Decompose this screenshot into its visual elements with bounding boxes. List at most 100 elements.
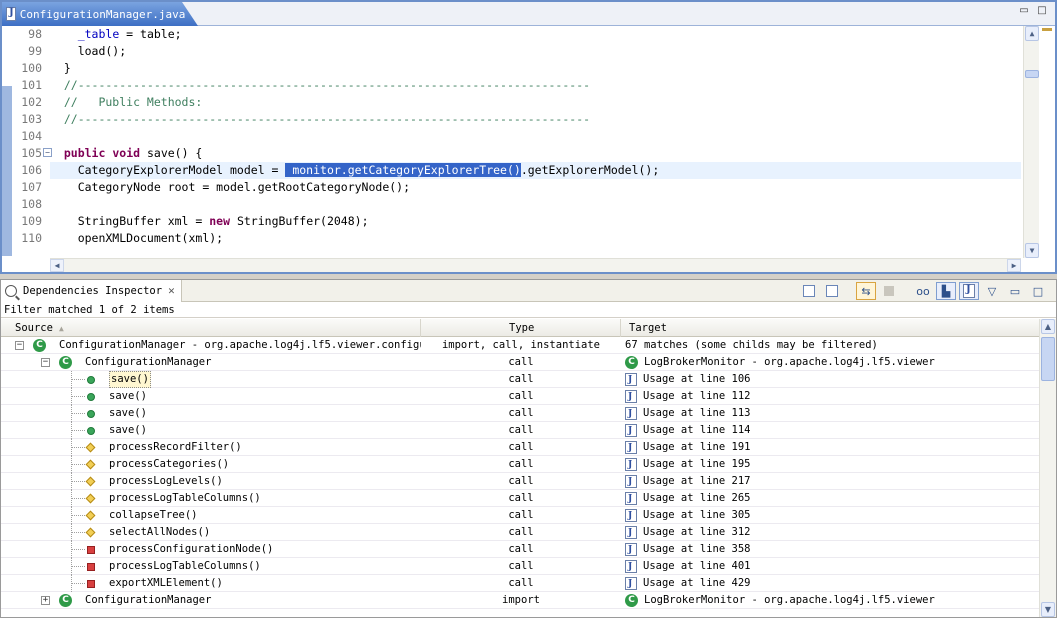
- scroll-down-icon[interactable]: ▼: [1041, 602, 1055, 617]
- code-line[interactable]: }: [50, 60, 1021, 77]
- code-line[interactable]: openXMLDocument(xml);: [50, 230, 1021, 247]
- target-cell[interactable]: Usage at line 265: [621, 490, 1039, 507]
- source-cell[interactable]: processConfigurationNode(): [1, 541, 421, 558]
- code-line[interactable]: public void save() {: [50, 145, 1021, 162]
- source-cell[interactable]: selectAllNodes(): [1, 524, 421, 541]
- stop-icon[interactable]: [879, 282, 899, 300]
- tree-row[interactable]: processRecordFilter() call Usage at line 1…: [1, 439, 1039, 456]
- target-cell[interactable]: C LogBrokerMonitor - org.apache.log4j.lf5…: [621, 354, 1039, 371]
- view-tab-dependencies-inspector[interactable]: Dependencies Inspector ✕: [1, 279, 182, 302]
- column-header-type[interactable]: Type: [421, 319, 621, 337]
- tree-row[interactable]: save() call Usage at line 113: [1, 405, 1039, 422]
- tree-row[interactable]: processConfigurationNode() call Usage at l…: [1, 541, 1039, 558]
- expand-all-icon[interactable]: [799, 282, 819, 300]
- dependency-tree[interactable]: − C ConfigurationManager - org.apache.log4…: [1, 337, 1039, 617]
- tree-row[interactable]: save() call Usage at line 106: [1, 371, 1039, 388]
- target-cell[interactable]: Usage at line 114: [621, 422, 1039, 439]
- tree-row[interactable]: − C ConfigurationManager call C LogBrokerMoni…: [1, 354, 1039, 371]
- source-cell[interactable]: processLogTableColumns(): [1, 490, 421, 507]
- minimize-icon[interactable]: ▭: [1017, 5, 1031, 18]
- tree-row[interactable]: + C ConfigurationManager import C LogBrokerMo…: [1, 592, 1039, 609]
- target-cell[interactable]: Usage at line 217: [621, 473, 1039, 490]
- code-lines[interactable]: _table = table; load(); } //------------…: [50, 26, 1021, 258]
- target-cell[interactable]: Usage at line 195: [621, 456, 1039, 473]
- maximize-icon[interactable]: □: [1035, 5, 1049, 18]
- expand-icon[interactable]: +: [41, 596, 50, 605]
- scroll-right-icon[interactable]: ▶: [1007, 259, 1021, 272]
- hierarchy-icon[interactable]: ▙: [936, 282, 956, 300]
- scroll-down-icon[interactable]: ▼: [1025, 243, 1039, 258]
- target-cell[interactable]: Usage at line 113: [621, 405, 1039, 422]
- target-cell[interactable]: 67 matches (some childs may be filtered): [621, 337, 1039, 354]
- column-header-target[interactable]: Target: [621, 319, 1041, 337]
- editor-horizontal-scrollbar[interactable]: ◀ ▶: [50, 258, 1021, 272]
- minimize-icon[interactable]: ▭: [1005, 282, 1025, 300]
- scroll-thumb[interactable]: [1025, 70, 1039, 78]
- close-icon[interactable]: ✕: [168, 284, 175, 297]
- scroll-up-icon[interactable]: ▲: [1025, 26, 1039, 41]
- code-line[interactable]: load();: [50, 43, 1021, 60]
- target-cell[interactable]: Usage at line 401: [621, 558, 1039, 575]
- source-cell[interactable]: save(): [1, 371, 421, 388]
- tree-vertical-scrollbar[interactable]: ▲ ▼: [1039, 319, 1056, 617]
- tree-row[interactable]: processCategories() call Usage at line 195: [1, 456, 1039, 473]
- view-menu-icon[interactable]: ▽: [982, 282, 1002, 300]
- collapse-all-icon[interactable]: [822, 282, 842, 300]
- code-line[interactable]: [50, 128, 1021, 145]
- code-line[interactable]: StringBuffer xml = new StringBuffer(2048…: [50, 213, 1021, 230]
- code-line[interactable]: //--------------------------------------…: [50, 77, 1021, 94]
- collapse-icon[interactable]: −: [41, 358, 50, 367]
- scroll-up-icon[interactable]: ▲: [1041, 319, 1055, 334]
- code-area[interactable]: 98 99 100 101 102 103 104 105−106 107 108 109 110 _…: [2, 26, 1055, 272]
- close-icon[interactable]: ✕: [191, 8, 198, 21]
- tree-row[interactable]: − C ConfigurationManager - org.apache.log4…: [1, 337, 1039, 354]
- target-cell[interactable]: Usage at line 429: [621, 575, 1039, 592]
- scroll-left-icon[interactable]: ◀: [50, 259, 64, 272]
- source-cell[interactable]: exportXMLElement(): [1, 575, 421, 592]
- target-cell[interactable]: Usage at line 312: [621, 524, 1039, 541]
- source-cell[interactable]: processLogLevels(): [1, 473, 421, 490]
- code-line[interactable]: // Public Methods:: [50, 94, 1021, 111]
- tree-row[interactable]: save() call Usage at line 114: [1, 422, 1039, 439]
- source-cell[interactable]: − C ConfigurationManager - org.apache.log4…: [1, 337, 421, 354]
- scroll-thumb[interactable]: [1041, 337, 1055, 381]
- overview-mark[interactable]: [1042, 28, 1052, 31]
- maximize-icon[interactable]: □: [1028, 282, 1048, 300]
- source-cell[interactable]: + C ConfigurationManager: [1, 592, 421, 609]
- editor-vertical-scrollbar[interactable]: ▲ ▼: [1023, 26, 1039, 258]
- tree-row[interactable]: processLogTableColumns() call Usage at lin…: [1, 490, 1039, 507]
- code-line[interactable]: //--------------------------------------…: [50, 111, 1021, 128]
- tree-row[interactable]: processLogLevels() call Usage at line 217: [1, 473, 1039, 490]
- tree-row[interactable]: save() call Usage at line 112: [1, 388, 1039, 405]
- source-cell[interactable]: processCategories(): [1, 456, 421, 473]
- target-cell[interactable]: Usage at line 358: [621, 541, 1039, 558]
- column-header-source[interactable]: Source ▲: [1, 319, 421, 337]
- source-cell[interactable]: processRecordFilter(): [1, 439, 421, 456]
- source-cell[interactable]: save(): [1, 405, 421, 422]
- code-line[interactable]: _table = table;: [50, 26, 1021, 43]
- source-cell[interactable]: save(): [1, 388, 421, 405]
- target-cell[interactable]: Usage at line 112: [621, 388, 1039, 405]
- editor-tab-configurationmanager[interactable]: ConfigurationManager.java ✕: [2, 2, 198, 26]
- tree-row[interactable]: selectAllNodes() call Usage at line 312: [1, 524, 1039, 541]
- code-line[interactable]: CategoryExplorerModel model = monitor.ge…: [50, 162, 1021, 179]
- target-cell[interactable]: Usage at line 305: [621, 507, 1039, 524]
- link-with-editor-icon[interactable]: ⇆: [856, 282, 876, 300]
- tree-row[interactable]: exportXMLElement() call Usage at line 429: [1, 575, 1039, 592]
- target-cell[interactable]: Usage at line 106: [621, 371, 1039, 388]
- source-cell[interactable]: collapseTree(): [1, 507, 421, 524]
- source-cell[interactable]: − C ConfigurationManager: [1, 354, 421, 371]
- line-number: 106: [21, 163, 42, 177]
- glasses-icon[interactable]: oo: [913, 282, 933, 300]
- overview-ruler[interactable]: [1039, 26, 1055, 258]
- code-line[interactable]: CategoryNode root = model.getRootCategor…: [50, 179, 1021, 196]
- target-cell[interactable]: C LogBrokerMonitor - org.apache.log4j.lf5…: [621, 592, 1039, 609]
- collapse-icon[interactable]: −: [15, 341, 24, 350]
- source-cell[interactable]: save(): [1, 422, 421, 439]
- target-cell[interactable]: Usage at line 191: [621, 439, 1039, 456]
- tree-row[interactable]: collapseTree() call Usage at line 305: [1, 507, 1039, 524]
- tree-row[interactable]: processLogTableColumns() call Usage at lin…: [1, 558, 1039, 575]
- source-cell[interactable]: processLogTableColumns(): [1, 558, 421, 575]
- code-line[interactable]: [50, 196, 1021, 213]
- java-file-filter-icon[interactable]: [959, 282, 979, 300]
